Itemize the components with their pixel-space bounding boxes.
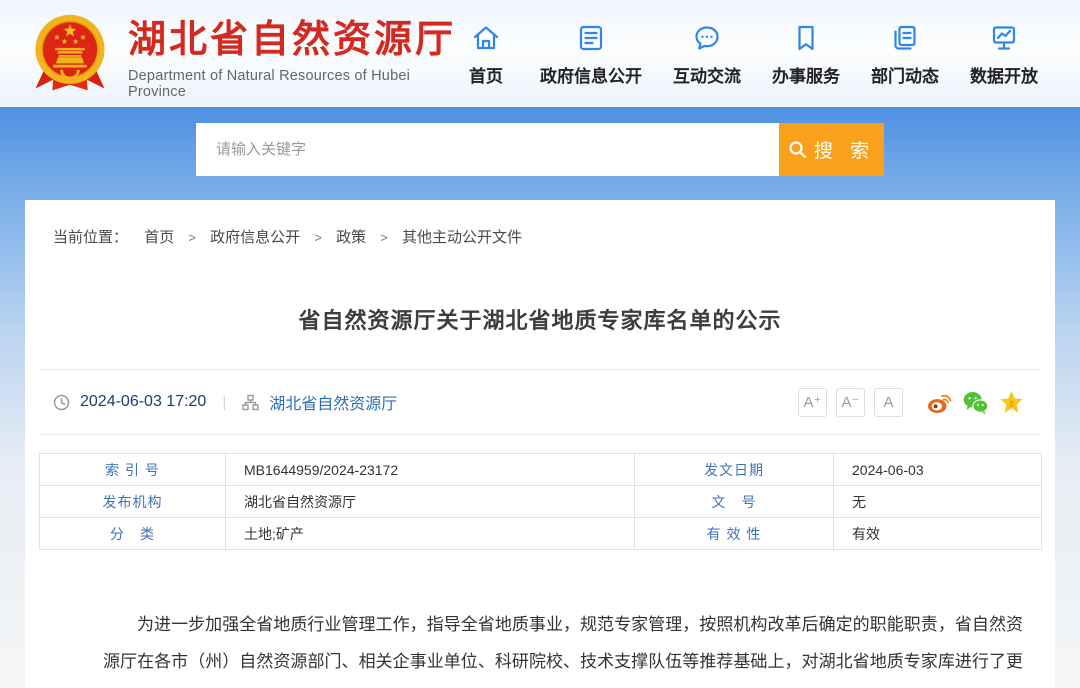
meta-label-issuing-agency: 发布机构 [40,486,226,518]
font-size-decrease-button[interactable]: A⁻ [836,388,865,417]
main-nav: 首页 政府信息公开 互动交流 [463,21,1080,87]
article-source-link[interactable]: 湖北省自然资源厅 [269,390,397,414]
search-button-label: 搜 索 [814,136,875,163]
site-subtitle: Department of Natural Resources of Hubei… [128,68,463,100]
nav-item-gov-info[interactable]: 政府信息公开 [540,21,642,87]
article-body-paragraph: 为进一步加强全省地质行业管理工作，指导全省地质事业，规范专家管理，按照机构改革后… [103,606,1023,688]
table-row: 发布机构 湖北省自然资源厅 文 号 无 [40,486,1042,518]
meta-label-validity: 有 效 性 [635,518,834,550]
document-meta-table: 索 引 号 MB1644959/2024-23172 发文日期 2024-06-… [39,453,1042,550]
breadcrumb-separator: > [188,230,196,245]
breadcrumb-item-home[interactable]: 首页 [144,229,174,246]
meta-label-category: 分 类 [40,518,226,550]
nav-label-department-news: 部门动态 [871,62,939,87]
breadcrumb-item-gov-info[interactable]: 政府信息公开 [210,229,300,246]
meta-value-index-number: MB1644959/2024-23172 [226,454,635,486]
nav-item-interaction[interactable]: 互动交流 [673,21,741,87]
article-card: 当前位置： 首页 > 政府信息公开 > 政策 > 其他主动公开文件 省自然资源厅… [25,200,1055,688]
table-row: 索 引 号 MB1644959/2024-23172 发文日期 2024-06-… [40,454,1042,486]
article-meta-bar: 2024-06-03 17:20 | 湖北省自然资源厅 A⁺ A⁻ A [39,370,1041,434]
national-emblem-logo [28,12,112,96]
nav-item-open-data[interactable]: 数据开放 [970,21,1038,87]
table-row: 分 类 土地;矿产 有 效 性 有效 [40,518,1042,550]
data-monitor-icon [989,21,1019,53]
divider [39,434,1041,435]
breadcrumb-label: 当前位置： [53,229,128,246]
search-button[interactable]: 搜 索 [779,123,884,176]
breadcrumb-item-other-public-docs[interactable]: 其他主动公开文件 [402,229,522,246]
meta-label-index-number: 索 引 号 [40,454,226,486]
meta-value-validity: 有效 [834,518,1042,550]
document-icon [576,21,606,53]
meta-value-issuing-agency: 湖北省自然资源厅 [226,486,635,518]
nav-item-services[interactable]: 办事服务 [772,21,840,87]
meta-label-document-number: 文 号 [635,486,834,518]
meta-separator: | [222,394,226,411]
weibo-icon[interactable] [926,389,953,416]
nav-label-gov-info: 政府信息公开 [540,62,642,87]
meta-value-category: 土地;矿产 [226,518,635,550]
search-bar: 搜 索 [196,123,884,176]
magnifier-icon [788,140,807,159]
wechat-icon[interactable] [962,389,989,416]
svg-text:z: z [1009,398,1014,409]
chat-bubble-icon [692,21,722,53]
clock-icon [53,394,70,411]
meta-value-issue-date: 2024-06-03 [834,454,1042,486]
breadcrumb: 当前位置： 首页 > 政府信息公开 > 政策 > 其他主动公开文件 [39,200,1041,247]
site-header: 湖北省自然资源厅 Department of Natural Resources… [0,0,1080,107]
nav-label-services: 办事服务 [772,62,840,87]
breadcrumb-item-policy[interactable]: 政策 [336,229,366,246]
breadcrumb-separator: > [314,230,322,245]
nav-item-department-news[interactable]: 部门动态 [871,21,939,87]
favorite-star-icon[interactable]: z [998,389,1025,416]
nav-label-interaction: 互动交流 [673,62,741,87]
site-brand[interactable]: 湖北省自然资源厅 Department of Natural Resources… [28,8,463,100]
font-size-increase-button[interactable]: A⁺ [798,388,827,417]
search-input[interactable] [196,123,779,176]
nav-item-home[interactable]: 首页 [463,21,509,87]
publish-time: 2024-06-03 17:20 [80,393,206,411]
pages-icon [890,21,920,53]
bookmark-icon [791,21,821,53]
site-title: 湖北省自然资源厅 [128,8,463,63]
sitemap-icon [242,394,259,411]
meta-label-issue-date: 发文日期 [635,454,834,486]
nav-label-home: 首页 [469,62,503,87]
font-size-reset-button[interactable]: A [874,388,903,417]
home-icon [471,21,501,53]
nav-label-open-data: 数据开放 [970,62,1038,87]
meta-value-document-number: 无 [834,486,1042,518]
page-background: 搜 索 当前位置： 首页 > 政府信息公开 > 政策 > 其他主动公开文件 省自… [0,107,1080,688]
article-title: 省自然资源厅关于湖北省地质专家库名单的公示 [39,303,1041,335]
breadcrumb-separator: > [380,230,388,245]
